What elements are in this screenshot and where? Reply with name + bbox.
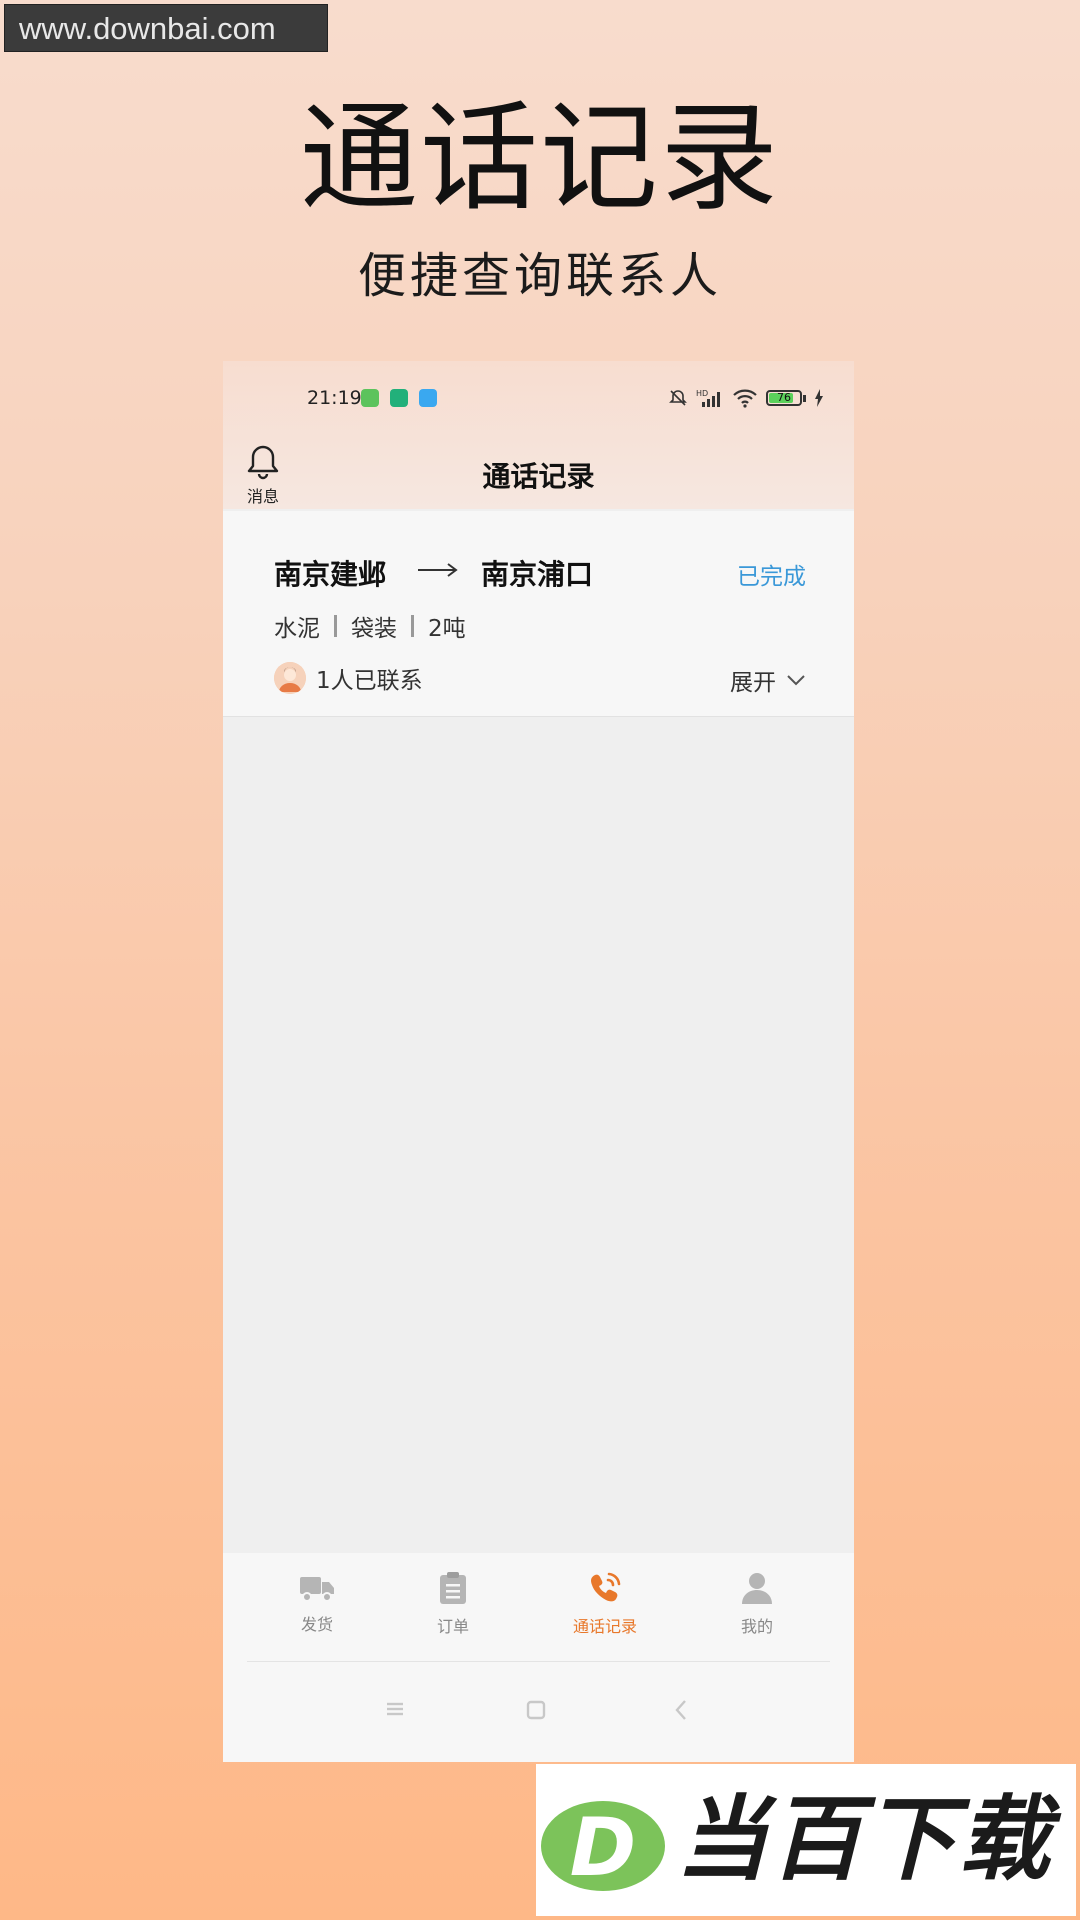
goods-packaging: 袋装 (351, 616, 397, 642)
system-navigation-bar (223, 1661, 854, 1762)
home-nav-icon[interactable] (525, 1699, 547, 1721)
tab-label: 订单 (436, 1617, 469, 1636)
tab-mine[interactable]: 我的 (707, 1571, 807, 1637)
charging-icon (815, 389, 823, 407)
back-nav-icon[interactable] (673, 1699, 689, 1721)
tab-label: 发货 (300, 1615, 333, 1634)
menu-nav-icon[interactable] (385, 1699, 405, 1719)
status-icons: HD 76 (668, 387, 824, 409)
phone-icon (591, 1572, 621, 1602)
logo-text: 当百下载 (676, 1786, 1053, 1893)
bottom-tab-bar: 发货 订单 通话记录 我的 (223, 1553, 854, 1661)
divider (247, 1661, 830, 1662)
order-card[interactable]: 南京建邺 南京浦口 已完成 水泥 袋装 2吨 1人已联系 展开 (223, 511, 854, 717)
promo-title: 通话记录 (299, 89, 780, 227)
user-icon (742, 1573, 772, 1604)
page-title: 通话记录 (482, 460, 595, 493)
battery-level: 76 (777, 391, 791, 404)
contacted-count: 1人已联系 (316, 668, 423, 694)
tab-orders[interactable]: 订单 (403, 1571, 503, 1637)
battery-tip (803, 394, 806, 402)
clipboard-icon (440, 1572, 466, 1604)
network-label: HD (696, 389, 708, 398)
avatar (274, 662, 306, 694)
logo-d-icon: D (541, 1801, 665, 1892)
site-watermark: www.downbai.com (4, 4, 328, 52)
shield-app-icon (390, 389, 408, 407)
contact-summary: 1人已联系 (274, 661, 423, 695)
goods-type: 水泥 (274, 616, 320, 642)
order-status-badge: 已完成 (737, 564, 806, 590)
status-bar: 21:19 HD 76 (223, 383, 854, 413)
route-destination: 南京浦口 (481, 558, 594, 591)
phone-screenshot: 21:19 HD 76 消息 通话记录 南京建邺 南京浦口 已完成 水泥 袋装 … (223, 361, 854, 1762)
app-notification-icon (361, 389, 379, 407)
promo-subtitle: 便捷查询联系人 (357, 248, 722, 304)
logo-letter: D (570, 1801, 636, 1892)
tab-label: 通话记录 (572, 1617, 637, 1636)
chat-app-icon (419, 389, 437, 407)
wifi-icon (733, 389, 757, 408)
bell-muted-icon (669, 390, 687, 406)
divider (334, 615, 337, 637)
goods-weight: 2吨 (428, 616, 466, 642)
chevron-down-icon (787, 675, 805, 686)
goods-info: 水泥 袋装 2吨 (274, 609, 466, 643)
tab-ship[interactable]: 发货 (267, 1571, 367, 1635)
tab-label: 我的 (740, 1617, 773, 1636)
battery-icon: 76 (766, 390, 802, 406)
status-time: 21:19 (307, 387, 362, 409)
tab-call-records[interactable]: 通话记录 (555, 1571, 655, 1637)
truck-icon (300, 1577, 334, 1602)
expand-label: 展开 (730, 670, 776, 696)
brand-logo: D 当百下载 (536, 1764, 1076, 1916)
signal-icon: HD (696, 389, 720, 407)
divider (411, 615, 414, 637)
route-arrow-icon (418, 563, 458, 577)
route-origin: 南京建邺 (274, 558, 387, 591)
expand-button[interactable]: 展开 (730, 663, 806, 697)
